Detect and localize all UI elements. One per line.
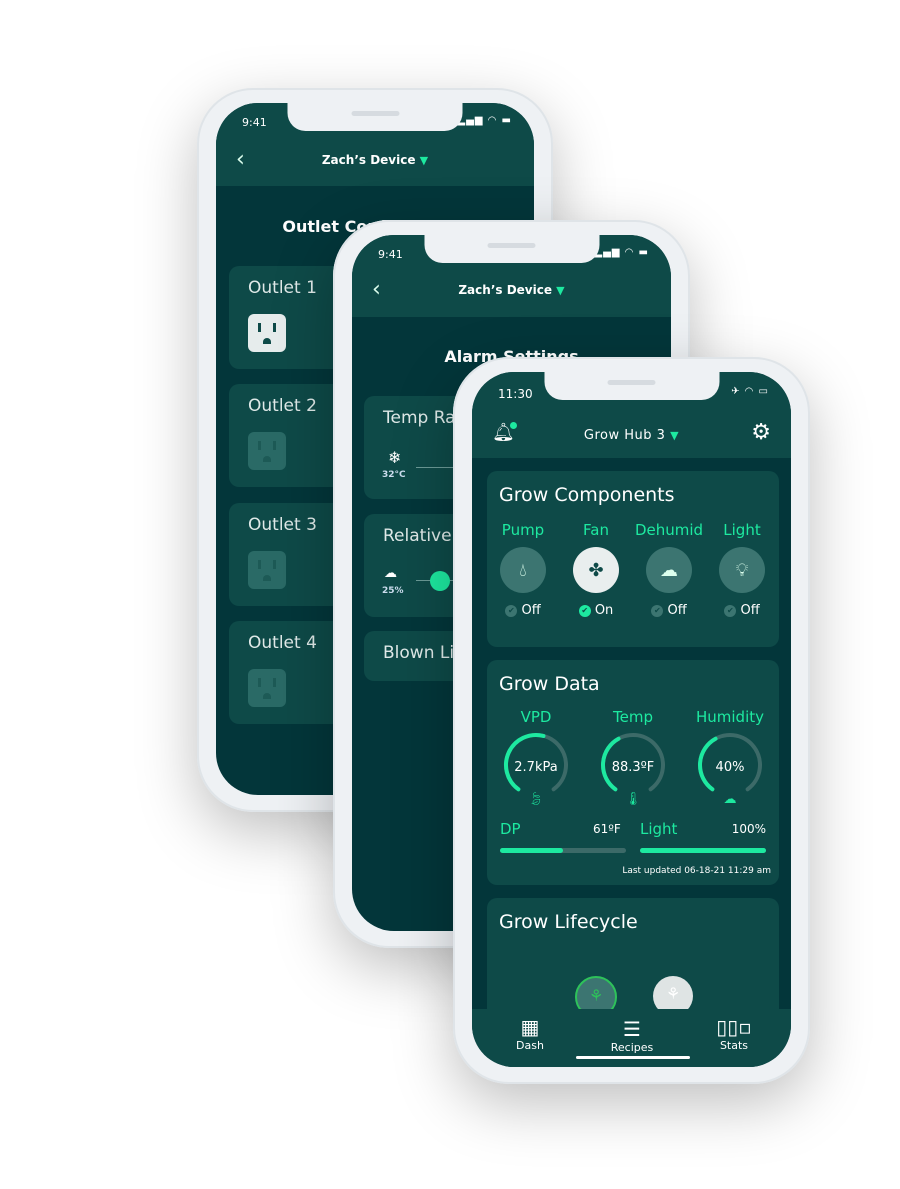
- gauge-humidity: Humidity 40% ☁: [685, 708, 775, 807]
- component-dehumid[interactable]: Dehumid ☁ ✔ Off: [633, 521, 705, 618]
- dp-bar: [500, 848, 626, 853]
- document-icon: ☰: [623, 1017, 641, 1041]
- check-icon: ✔: [724, 605, 737, 617]
- slider-handle[interactable]: [430, 571, 450, 591]
- tab-bar: ▦ Dash ☰ Recipes ▯▯▫ Stats: [472, 1009, 791, 1067]
- status-time: 9:41: [378, 248, 403, 261]
- outlet-icon: [248, 432, 286, 470]
- outlet-icon: [248, 551, 286, 589]
- status-icons: ✈ ◠ ▭: [731, 386, 769, 397]
- outlet-icon: [248, 314, 286, 352]
- status-icons: ▂▄▆ ◠ ▬: [594, 247, 649, 258]
- thermometer-icon: 🌡︎: [624, 792, 642, 807]
- chevron-down-icon: ▼: [556, 284, 565, 297]
- check-icon: ✔: [651, 605, 664, 617]
- check-icon: ✔: [505, 605, 518, 617]
- water-drop-icon[interactable]: 💧︎: [500, 547, 546, 593]
- status-icons: ▂▄▆ ◠ ▬: [457, 115, 512, 126]
- bar-chart-icon: ▯▯▫: [716, 1015, 752, 1039]
- home-indicator: [576, 1056, 690, 1059]
- gauge-vpd: VPD 2.7kPa 🍃︎: [491, 708, 581, 807]
- lightbulb-icon[interactable]: 💡︎: [719, 547, 765, 593]
- cloud-icon: ☁: [723, 792, 737, 807]
- phone-dashboard: 11:30 ✈ ◠ ▭ 🔔︎ Grow Hub 3 ▼ ⚙ Grow Compo…: [453, 357, 810, 1084]
- cloud-icon: ☁: [384, 566, 397, 581]
- tab-stats[interactable]: ▯▯▫ Stats: [694, 1015, 774, 1052]
- chevron-down-icon: ▼: [670, 429, 680, 442]
- grid-icon: ▦: [520, 1015, 540, 1039]
- leaf-icon: 🍃︎: [527, 792, 545, 807]
- check-icon: ✔: [578, 605, 591, 617]
- hub-selector[interactable]: Grow Hub 3 ▼: [472, 428, 791, 443]
- light-bar: [640, 848, 766, 853]
- device-selector[interactable]: Zach’s Device ▼: [352, 283, 671, 297]
- screen: 11:30 ✈ ◠ ▭ 🔔︎ Grow Hub 3 ▼ ⚙ Grow Compo…: [472, 372, 791, 1067]
- snowflake-icon: ❄: [388, 448, 402, 467]
- gear-icon[interactable]: ⚙: [751, 420, 771, 445]
- component-pump[interactable]: Pump 💧︎ ✔ Off: [487, 521, 559, 618]
- component-light[interactable]: Light 💡︎ ✔ Off: [706, 521, 778, 618]
- chevron-down-icon: ▼: [419, 154, 429, 167]
- fan-icon[interactable]: ✤: [573, 547, 619, 593]
- component-fan[interactable]: Fan ✤ ✔ On: [560, 521, 632, 618]
- cloud-icon[interactable]: ☁: [646, 547, 692, 593]
- grow-data-card: Grow Data VPD 2.7kPa 🍃︎ Temp 88.3ºF 🌡︎ Humid…: [487, 660, 779, 885]
- status-time: 11:30: [498, 387, 533, 401]
- outlet-icon: [248, 669, 286, 707]
- device-selector[interactable]: Zach’s Device ▼: [216, 153, 534, 167]
- tab-recipes[interactable]: ☰ Recipes: [592, 1017, 672, 1054]
- tab-dash[interactable]: ▦ Dash: [490, 1015, 570, 1052]
- status-time: 9:41: [242, 116, 267, 129]
- grow-components-card: Grow Components Pump 💧︎ ✔ Off Fan ✤ ✔ On Deh…: [487, 471, 779, 647]
- gauge-temp: Temp 88.3ºF 🌡︎: [588, 708, 678, 807]
